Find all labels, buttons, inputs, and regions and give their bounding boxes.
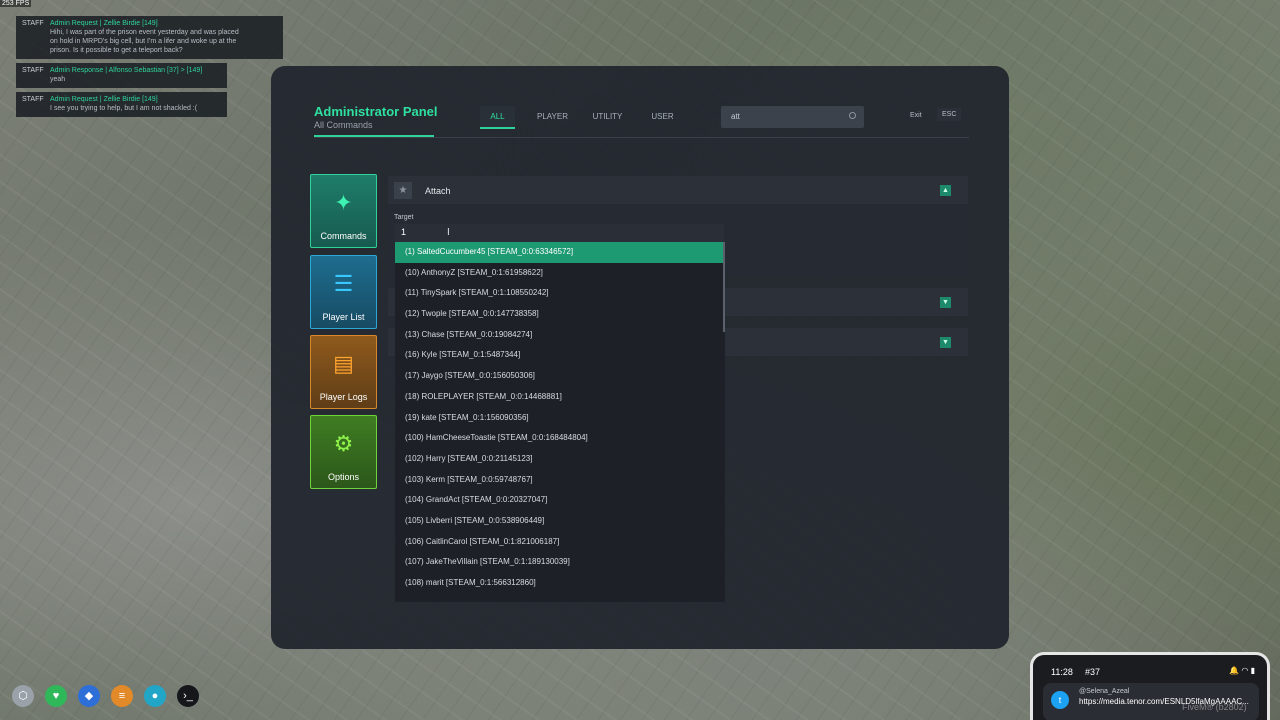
esc-key-badge[interactable]: ESC: [937, 108, 962, 121]
sidebar-item-player-list[interactable]: ☰ Player List: [310, 255, 377, 329]
armor-icon: ◆: [78, 685, 100, 707]
dropdown-option[interactable]: (105) Livberri [STEAM_0:0:538906449]: [395, 511, 725, 532]
dropdown-option[interactable]: (106) CaitlinCarol [STEAM_0:1:821006187]: [395, 532, 725, 553]
chevron-down-icon[interactable]: ▼: [940, 297, 951, 308]
command-name: Attach: [425, 186, 451, 196]
target-dropdown[interactable]: (1) SaltedCucumber45 [STEAM_0:0:63346572…: [395, 242, 725, 602]
chat-message: STAFF Admin Request | Zellie Birdie [149…: [16, 92, 227, 117]
dropdown-option[interactable]: (12) Twople [STEAM_0:0:147738358]: [395, 304, 725, 325]
status-icons: 🔔 ◠ ▮: [1229, 666, 1255, 675]
hud-dock: ⬡ ♥ ◆ ≡ ● ›_: [12, 685, 210, 707]
chat-head: Admin Request | Zellie Birdie [149]: [50, 20, 158, 27]
heart-icon: ♥: [45, 685, 67, 707]
food-icon: ≡: [111, 685, 133, 707]
scrollbar[interactable]: [723, 242, 725, 332]
dropdown-option[interactable]: (10) AnthonyZ [STEAM_0:1:61958622]: [395, 263, 725, 284]
tab-player[interactable]: PLAYER: [525, 106, 580, 129]
dropdown-option[interactable]: (17) Jaygo [STEAM_0:0:156050306]: [395, 366, 725, 387]
page-title: Administrator Panel: [314, 104, 438, 119]
water-icon: ●: [144, 685, 166, 707]
tab-all[interactable]: ALL: [480, 106, 515, 129]
dropdown-option[interactable]: (16) Kyle [STEAM_0:1:5487344]: [395, 345, 725, 366]
divider: [314, 137, 969, 138]
book-icon: ▤: [333, 351, 354, 376]
search-value: att: [731, 112, 740, 121]
chat-body: yeah: [50, 76, 66, 83]
text-cursor-icon: Ι: [447, 227, 450, 238]
search-input[interactable]: att: [721, 106, 864, 128]
sidebar-item-player-logs[interactable]: ▤ Player Logs: [310, 335, 377, 409]
phone-time: 11:28: [1051, 667, 1073, 677]
chevron-up-icon[interactable]: ▲: [940, 185, 951, 196]
dropdown-option[interactable]: (11) TinySpark [STEAM_0:1:108550242]: [395, 283, 725, 304]
tab-user[interactable]: USER: [635, 106, 690, 129]
dropdown-option[interactable]: (102) Harry [STEAM_0:0:21145123]: [395, 449, 725, 470]
target-input[interactable]: 1: [395, 224, 724, 242]
phone-number: #37: [1085, 667, 1101, 677]
sidebar-item-commands[interactable]: ✦ Commands: [310, 174, 377, 248]
chat-body: on hold in MRPD's big cell, but I'm a li…: [50, 38, 237, 45]
dropdown-option[interactable]: (19) kate [STEAM_0:1:156090356]: [395, 408, 725, 429]
sidebar-item-label: Commands: [320, 231, 367, 241]
admin-panel: Administrator Panel All Commands ALL PLA…: [271, 66, 1009, 649]
terminal-icon: ›_: [177, 685, 199, 707]
twitter-icon: t: [1051, 691, 1069, 709]
watermark: FiveM® (b2802): [1182, 702, 1247, 712]
notification-handle: @Selena_Azeal: [1079, 688, 1130, 695]
chat-tag: STAFF: [22, 96, 44, 103]
search-icon: [849, 112, 856, 119]
page-subtitle: All Commands: [314, 120, 373, 130]
chat-body: I see you trying to help, but I am not s…: [50, 105, 198, 112]
shield-icon: ⬡: [12, 685, 34, 707]
chat-body: Hihi, I was part of the prison event yes…: [50, 29, 239, 36]
chat-log: STAFF Admin Request | Zellie Birdie [149…: [16, 16, 283, 121]
chat-body: prison. Is it possible to get a teleport…: [50, 47, 183, 54]
target-label: Target: [394, 214, 414, 221]
chat-message: STAFF Admin Request | Zellie Birdie [149…: [16, 16, 283, 59]
tab-bar: ALL PLAYER UTILITY USER: [480, 106, 690, 129]
dropdown-option[interactable]: (13) Chase [STEAM_0:0:19084274]: [395, 325, 725, 346]
fps-counter: 253 FPS: [0, 0, 32, 7]
list-icon: ☰: [333, 271, 354, 296]
sidebar-item-options[interactable]: ⚙ Options: [310, 415, 377, 489]
dropdown-option[interactable]: (108) marit [STEAM_0:1:566312860]: [395, 573, 725, 594]
sidebar-item-label: Options: [327, 472, 360, 482]
dropdown-option[interactable]: (1) SaltedCucumber45 [STEAM_0:0:63346572…: [395, 242, 725, 263]
chat-message: STAFF Admin Response | Alfonso Sebastian…: [16, 63, 227, 88]
dropdown-option[interactable]: (100) HamCheeseToastie [STEAM_0:0:168484…: [395, 428, 725, 449]
command-row-attach[interactable]: ★ Attach ▲: [388, 176, 968, 204]
chat-tag: STAFF: [22, 20, 44, 27]
dropdown-option[interactable]: (103) Kerm [STEAM_0:0:59748767]: [395, 470, 725, 491]
star-icon[interactable]: ★: [394, 182, 412, 199]
sidebar-item-label: Player Logs: [319, 392, 368, 402]
dropdown-option[interactable]: (107) JakeTheVillain [STEAM_0:1:18913003…: [395, 552, 725, 573]
chat-tag: STAFF: [22, 67, 44, 74]
dropdown-option[interactable]: (18) ROLEPLAYER [STEAM_0:0:14468881]: [395, 387, 725, 408]
chat-head: Admin Request | Zellie Birdie [149]: [50, 96, 158, 103]
gears-icon: ⚙: [333, 431, 354, 456]
commands-icon: ✦: [334, 190, 353, 215]
tab-utility[interactable]: UTILITY: [580, 106, 635, 129]
exit-label[interactable]: Exit: [910, 112, 922, 119]
sidebar-item-label: Player List: [322, 312, 365, 322]
dropdown-option[interactable]: (104) GrandAct [STEAM_0:0:20327047]: [395, 490, 725, 511]
chat-head: Admin Response | Alfonso Sebastian [37] …: [50, 67, 203, 74]
chevron-down-icon[interactable]: ▼: [940, 337, 951, 348]
